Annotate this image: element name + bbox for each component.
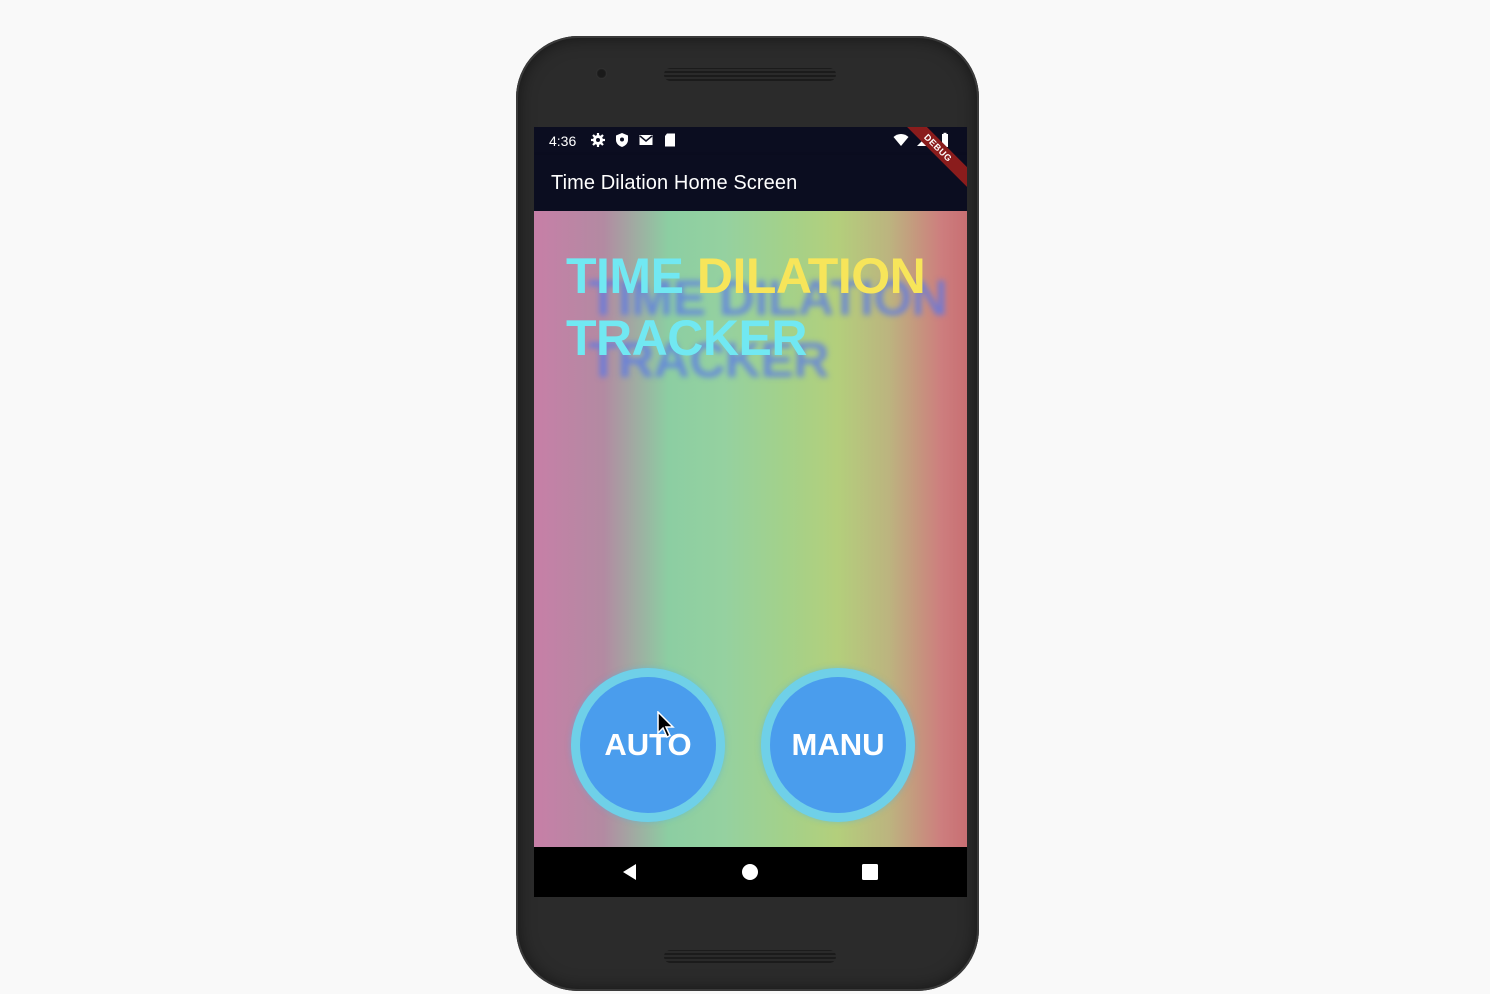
title-word-tracker: TRACKER <box>566 310 807 366</box>
home-icon[interactable] <box>740 862 760 882</box>
shield-icon <box>616 133 628 147</box>
page-title: Time Dilation Home Screen <box>551 172 798 194</box>
status-time: 4:36 <box>549 133 577 149</box>
title-word-dilation: DILATION <box>696 248 926 304</box>
manu-button-label: MANU <box>791 727 885 762</box>
home-content: TIME DILATION TRACKER TIME DILATION TRAC… <box>534 211 967 847</box>
title-word-time: TIME <box>566 248 684 304</box>
nav-bar <box>534 847 967 897</box>
wifi-icon <box>893 134 909 146</box>
top-speaker <box>664 68 836 81</box>
emulator-stage: 4:36 Time Dilation Home Screen DEBUG TIM… <box>0 0 1490 994</box>
app-bar: Time Dilation Home Screen <box>534 155 967 211</box>
auto-button-label: AUTO <box>604 727 692 762</box>
recents-icon[interactable] <box>860 862 880 882</box>
back-icon[interactable] <box>620 862 640 882</box>
bottom-speaker <box>664 950 836 963</box>
app-title: TIME DILATION TRACKER <box>566 245 946 369</box>
mail-icon <box>639 135 653 145</box>
phone-frame: 4:36 Time Dilation Home Screen DEBUG TIM… <box>516 36 979 991</box>
auto-button[interactable]: AUTO <box>571 668 725 822</box>
phone-screen: 4:36 Time Dilation Home Screen DEBUG TIM… <box>534 127 967 897</box>
front-camera <box>596 68 607 79</box>
status-bar: 4:36 <box>534 127 967 155</box>
manu-button[interactable]: MANU <box>761 668 915 822</box>
status-left-icons <box>590 132 678 148</box>
gear-icon <box>591 133 605 147</box>
sd-card-icon <box>665 133 675 147</box>
mouse-cursor-icon <box>657 711 675 739</box>
